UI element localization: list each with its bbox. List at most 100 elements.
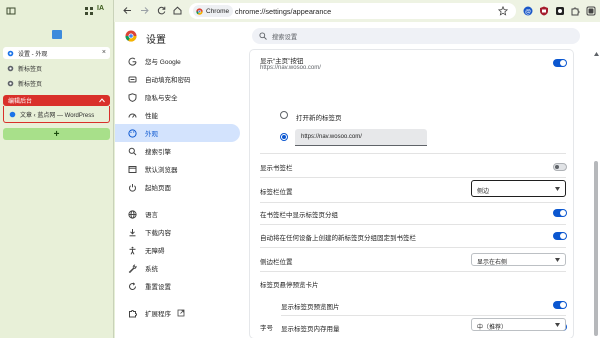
ia-button[interactable]: IA xyxy=(97,5,104,12)
scrollbar-thumb[interactable] xyxy=(594,161,598,336)
power-icon xyxy=(129,183,136,192)
pinned-tab-icon[interactable] xyxy=(52,30,62,39)
hover-image-label: 显示标签页预览图片 xyxy=(281,304,340,311)
nav-item-on-startup[interactable]: 起始页面 xyxy=(115,178,240,196)
account-icon[interactable]: @ xyxy=(523,6,533,16)
extensions-puzzle-icon[interactable] xyxy=(570,6,580,16)
divider xyxy=(281,315,566,316)
side-panel-select[interactable]: 显示在右侧 xyxy=(471,253,566,266)
nav-item-label: 起始页面 xyxy=(145,185,171,192)
search-icon xyxy=(128,147,137,155)
nav-item-default-browser[interactable]: 默认浏览器 xyxy=(115,160,240,178)
tab-strip-position-select[interactable]: 侧边 xyxy=(471,180,566,197)
home-button-label: 显示“主页”按钮 xyxy=(260,58,304,65)
language-icon xyxy=(128,209,137,219)
settings-header: 设置 搜索设置 xyxy=(115,22,600,50)
browser-icon xyxy=(128,165,137,173)
divider xyxy=(260,153,566,154)
show-bookmarks-label: 显示书签栏 xyxy=(260,165,293,172)
show-groups-toggle[interactable] xyxy=(553,209,567,217)
radio-custom-url[interactable] xyxy=(280,133,288,141)
nav-item-you-and-google[interactable]: 您与 Google xyxy=(115,52,240,70)
nav-item-label: 隐私与安全 xyxy=(145,95,178,102)
nav-item-appearance[interactable]: 外观 xyxy=(115,124,240,142)
pin-groups-toggle[interactable] xyxy=(553,232,567,240)
nav-item-reset[interactable]: 重置设置 xyxy=(115,277,240,295)
scroll-up-arrow-icon[interactable] xyxy=(594,52,599,56)
chrome-favicon-icon xyxy=(7,80,14,86)
show-bookmarks-toggle[interactable] xyxy=(553,163,567,171)
profile-icon[interactable] xyxy=(586,6,596,16)
caret-down-icon xyxy=(555,187,560,191)
hover-memory-label: 显示标签页内存用量 xyxy=(281,326,340,333)
nav-item-downloads[interactable]: 下载内容 xyxy=(115,223,240,241)
tab-item-new-tab[interactable]: 新标签页 xyxy=(3,62,110,74)
site-chip-label: Chrome xyxy=(206,7,230,15)
show-groups-label: 在书签栏中显示标签页分组 xyxy=(260,212,338,219)
collapse-panel-icon[interactable] xyxy=(6,6,16,16)
divider xyxy=(260,271,566,272)
shield-extension-icon[interactable] xyxy=(555,6,565,16)
tab-item-settings[interactable]: 设置 - 外观 × xyxy=(3,47,110,59)
nav-item-label: 系统 xyxy=(145,266,158,273)
home-url-input[interactable]: https://nav.wosoo.com/ xyxy=(295,129,427,146)
hover-image-toggle[interactable] xyxy=(553,301,567,309)
tab-group-header[interactable]: 编辑后台 xyxy=(3,95,110,106)
pin-groups-label: 自动将在任何设备上创建的新标签页分组固定到书签栏 xyxy=(260,235,416,242)
divider xyxy=(260,202,566,203)
bookmark-star-icon[interactable] xyxy=(498,6,508,16)
svg-text:@: @ xyxy=(525,9,531,15)
tab-item-wordpress[interactable]: 文章 ‹ 蓝点网 — WordPress xyxy=(3,106,110,123)
radio-new-tab[interactable] xyxy=(280,111,288,119)
settings-search-input[interactable]: 搜索设置 xyxy=(252,28,580,44)
nav-item-languages[interactable]: 语言 xyxy=(115,205,240,223)
nav-item-privacy[interactable]: 隐私与安全 xyxy=(115,88,240,106)
search-placeholder: 搜索设置 xyxy=(272,34,298,41)
reload-icon[interactable] xyxy=(156,5,167,16)
nav-item-system[interactable]: 系统 xyxy=(115,259,240,277)
nav-item-extensions[interactable]: 扩展程序 xyxy=(115,304,240,322)
vertical-tabs-panel: IA 设置 - 外观 × 新标签页 新标签页 编辑后台 文章 ‹ 蓝点网 — W… xyxy=(0,0,114,338)
close-tab-icon[interactable]: × xyxy=(102,49,106,56)
select-value: 显示在右侧 xyxy=(477,260,508,266)
chrome-logo-icon xyxy=(196,7,203,15)
shield-icon xyxy=(128,92,137,102)
nav-item-performance[interactable]: 性能 xyxy=(115,106,240,124)
browser-toolbar: Chrome chrome://settings/appearance @ xyxy=(114,0,600,22)
ublock-extension-icon[interactable] xyxy=(539,6,549,16)
forward-arrow-icon[interactable] xyxy=(139,5,150,16)
url-text[interactable]: chrome://settings/appearance xyxy=(235,7,331,16)
site-chip[interactable]: Chrome xyxy=(193,5,234,17)
nav-item-search-engine[interactable]: 搜索引擎 xyxy=(115,142,240,160)
download-icon xyxy=(129,228,136,236)
autofill-icon xyxy=(128,76,137,82)
select-value: 侧边 xyxy=(477,189,490,195)
nav-item-label: 语言 xyxy=(145,212,158,219)
nav-item-label: 重置设置 xyxy=(145,284,171,291)
side-panel-label: 侧边栏位置 xyxy=(260,259,293,266)
home-icon[interactable] xyxy=(172,5,183,16)
nav-item-label: 您与 Google xyxy=(145,59,181,66)
tab-title: 文章 ‹ 蓝点网 — WordPress xyxy=(20,112,95,119)
divider xyxy=(260,224,566,225)
back-arrow-icon[interactable] xyxy=(122,5,133,16)
wrench-icon xyxy=(128,263,137,273)
home-button-url: https://nav.wosoo.com/ xyxy=(260,65,321,71)
search-icon xyxy=(259,32,267,40)
tab-group-name: 编辑后台 xyxy=(8,99,33,105)
hover-card-label: 标签页悬停预览卡片 xyxy=(260,282,319,289)
nav-item-accessibility[interactable]: 无障碍 xyxy=(115,241,240,259)
divider xyxy=(260,247,566,248)
omnibox[interactable]: Chrome chrome://settings/appearance xyxy=(189,3,516,19)
new-tab-button[interactable]: + xyxy=(3,128,110,140)
home-button-toggle[interactable] xyxy=(553,59,567,67)
font-size-select[interactable]: 中（推荐） xyxy=(471,318,566,331)
nav-item-label: 性能 xyxy=(145,113,158,120)
nav-item-label: 扩展程序 xyxy=(145,311,171,318)
tab-title: 新标签页 xyxy=(18,66,43,73)
tab-item-new-tab[interactable]: 新标签页 xyxy=(3,77,110,89)
appearance-section: 显示“主页”按钮 https://nav.wosoo.com/ 打开新的标签页 … xyxy=(250,50,573,338)
tab-search-icon[interactable] xyxy=(84,6,94,16)
nav-item-label: 搜索引擎 xyxy=(145,149,171,156)
nav-item-autofill[interactable]: 自动填充和密码 xyxy=(115,70,240,88)
